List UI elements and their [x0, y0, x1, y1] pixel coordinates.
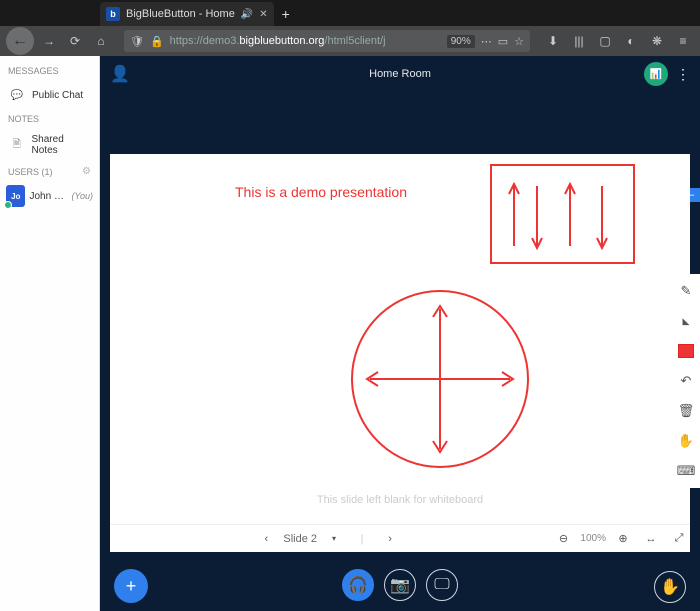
- stage: – This is a demo presentation This slide…: [100, 92, 700, 611]
- zoom-in-button[interactable]: ⊕: [612, 528, 634, 550]
- next-slide-button[interactable]: ›: [379, 528, 401, 550]
- url-text: https://demo3.bigbluebutton.org/html5cli…: [170, 35, 441, 47]
- zoom-value: 100%: [580, 533, 606, 544]
- options-menu-button[interactable]: ⋮: [676, 66, 690, 83]
- user-name: John Per...: [29, 191, 67, 202]
- downloads-button[interactable]: ⬇: [542, 30, 564, 52]
- library-button[interactable]: |||: [568, 30, 590, 52]
- camera-icon: 📷: [390, 575, 410, 595]
- browser-toolbar: ← → ⟳ ⌂ 🛡 🔒 https://demo3.bigbluebutton.…: [0, 26, 700, 56]
- demo-presentation-text: This is a demo presentation: [235, 184, 407, 200]
- browser-tab[interactable]: b BigBlueButton - Home 🔊 ✕: [100, 2, 274, 26]
- fit-width-button[interactable]: ↔: [640, 528, 662, 550]
- shared-notes-label: Shared Notes: [32, 134, 91, 156]
- zoom-badge[interactable]: 90%: [447, 35, 475, 48]
- users-heading: Users (1) ⚙: [0, 162, 99, 181]
- tab-overview-button[interactable]: ▢: [594, 30, 616, 52]
- share-screen-button[interactable]: 🖵: [426, 569, 458, 601]
- media-bar: 🎧 📷 🖵: [100, 567, 700, 603]
- audio-icon: 🎧: [348, 575, 368, 595]
- pencil-icon: ✎: [681, 283, 692, 299]
- reload-button[interactable]: ⟳: [64, 30, 86, 52]
- presence-dot: [4, 201, 12, 209]
- room-title: Home Room: [369, 68, 431, 80]
- back-button[interactable]: ←: [6, 27, 34, 55]
- whiteboard-toolbar: ✎ ◣ ↶ 🗑 ✋ ⌨: [672, 274, 700, 488]
- forward-button[interactable]: →: [38, 30, 60, 52]
- page-actions-icon[interactable]: ⋯: [481, 35, 492, 48]
- app-menu-button[interactable]: ≡: [672, 30, 694, 52]
- zoom-out-button[interactable]: ⊖: [552, 528, 574, 550]
- url-bar[interactable]: 🛡 🔒 https://demo3.bigbluebutton.org/html…: [124, 30, 530, 52]
- bookmark-icon[interactable]: ☆: [514, 35, 524, 48]
- slide-divider: |: [351, 528, 373, 550]
- messages-heading: Messages: [0, 62, 99, 80]
- prev-slide-button[interactable]: ‹: [255, 528, 277, 550]
- circle-cross-arrows-drawing: [345, 284, 535, 474]
- public-chat-label: Public Chat: [32, 90, 83, 101]
- fullscreen-button[interactable]: ⤢: [668, 528, 690, 550]
- raise-hand-button[interactable]: ✋: [654, 571, 686, 603]
- slide-area[interactable]: This is a demo presentation This slide l…: [110, 154, 690, 524]
- tool-color-button[interactable]: [672, 338, 700, 364]
- users-gear-icon[interactable]: ⚙: [82, 166, 91, 177]
- tab-strip: b BigBlueButton - Home 🔊 ✕ +: [0, 0, 700, 26]
- main-region: 👤 Home Room 📊 ⋮ – This is a demo present…: [100, 56, 700, 611]
- camera-button[interactable]: 📷: [384, 569, 416, 601]
- tab-favicon: b: [106, 7, 120, 21]
- connection-status-button[interactable]: 📊: [644, 62, 668, 86]
- screen-icon: 🖵: [434, 576, 449, 594]
- tool-hand-button[interactable]: ✋: [672, 428, 700, 454]
- tool-clear-button[interactable]: 🗑: [672, 398, 700, 424]
- avatar: Jo: [6, 185, 25, 207]
- extension-icon-2[interactable]: ❋: [646, 30, 668, 52]
- audio-button[interactable]: 🎧: [342, 569, 374, 601]
- user-row[interactable]: Jo John Per... (You): [0, 181, 99, 211]
- app-content: Messages 💬 Public Chat Notes 🗎 Shared No…: [0, 56, 700, 611]
- users-toggle-icon[interactable]: 👤: [110, 64, 130, 84]
- room-topbar: 👤 Home Room 📊 ⋮: [100, 56, 700, 92]
- notes-heading: Notes: [0, 110, 99, 128]
- lock-icon[interactable]: 🔒: [150, 35, 164, 48]
- tab-title: BigBlueButton - Home: [126, 8, 235, 20]
- slide-canvas[interactable]: This is a demo presentation This slide l…: [155, 154, 645, 524]
- slide-controls: ‹ Slide 2 ▾ | › ⊖ 100% ⊕ ↔ ⤢: [110, 524, 690, 552]
- home-button[interactable]: ⌂: [90, 30, 112, 52]
- analytics-icon: 📊: [650, 69, 662, 80]
- slide-dropdown-caret[interactable]: ▾: [323, 528, 345, 550]
- users-label: Users (1): [8, 167, 53, 177]
- new-tab-button[interactable]: +: [274, 2, 298, 26]
- avatar-initials: Jo: [11, 192, 20, 201]
- tab-close-icon[interactable]: ✕: [259, 9, 267, 20]
- sidebar: Messages 💬 Public Chat Notes 🗎 Shared No…: [0, 56, 100, 611]
- slide-label[interactable]: Slide 2: [283, 533, 317, 545]
- shield-icon[interactable]: 🛡: [130, 35, 144, 48]
- user-you-label: (You): [71, 191, 93, 201]
- tool-thickness-button[interactable]: ◣: [672, 308, 700, 334]
- back-icon: ←: [12, 32, 28, 50]
- tool-undo-button[interactable]: ↶: [672, 368, 700, 394]
- tool-multiuser-button[interactable]: ⌨: [672, 458, 700, 484]
- sidebar-item-public-chat[interactable]: 💬 Public Chat: [0, 80, 99, 110]
- extension-icon-1[interactable]: ◐: [620, 30, 642, 52]
- tab-audio-icon[interactable]: 🔊: [241, 9, 253, 20]
- tool-pencil-button[interactable]: ✎: [672, 278, 700, 304]
- color-swatch-red: [678, 344, 694, 358]
- notes-icon: 🗎: [8, 136, 26, 154]
- slide-blank-text: This slide left blank for whiteboard: [317, 494, 483, 506]
- red-rectangle-drawing: [490, 164, 635, 264]
- chat-icon: 💬: [8, 86, 26, 104]
- sidebar-item-shared-notes[interactable]: 🗎 Shared Notes: [0, 128, 99, 162]
- hand-icon: ✋: [660, 577, 680, 597]
- arrows-in-box: [492, 166, 637, 266]
- reader-icon[interactable]: ▭: [498, 35, 508, 48]
